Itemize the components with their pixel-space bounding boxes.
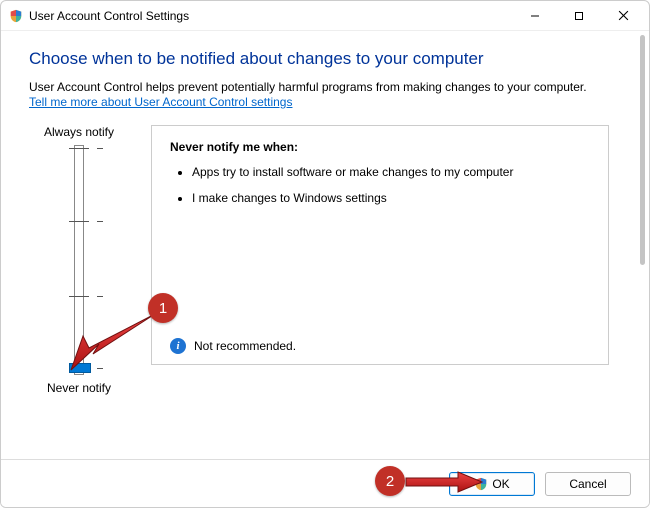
slider-bottom-label: Never notify: [29, 381, 129, 395]
window-buttons: [513, 2, 645, 30]
cancel-button[interactable]: Cancel: [545, 472, 631, 496]
slider-top-label: Always notify: [29, 125, 129, 139]
slider-thumb[interactable]: [69, 363, 91, 373]
panel-bullet: Apps try to install software or make cha…: [192, 164, 590, 180]
window-title: User Account Control Settings: [29, 9, 189, 23]
content-area: Choose when to be notified about changes…: [1, 31, 649, 459]
scrollbar-thumb[interactable]: [640, 35, 645, 265]
panel-title: Never notify me when:: [170, 140, 590, 154]
ok-button-label: OK: [492, 477, 509, 491]
close-button[interactable]: [601, 2, 645, 30]
minimize-button[interactable]: [513, 2, 557, 30]
notification-slider[interactable]: [59, 145, 99, 375]
panel-footer-text: Not recommended.: [194, 339, 296, 353]
annotation-badge-1: 1: [148, 293, 178, 323]
panel-bullet: I make changes to Windows settings: [192, 190, 590, 206]
ok-button[interactable]: OK: [449, 472, 535, 496]
cancel-button-label: Cancel: [569, 477, 606, 491]
scrollbar[interactable]: [639, 35, 647, 455]
page-heading: Choose when to be notified about changes…: [29, 49, 609, 69]
info-icon: i: [170, 338, 186, 354]
maximize-button[interactable]: [557, 2, 601, 30]
learn-more-link[interactable]: Tell me more about User Account Control …: [29, 95, 292, 109]
titlebar: User Account Control Settings: [1, 1, 649, 31]
description-text: User Account Control helps prevent poten…: [29, 79, 609, 95]
uac-shield-icon: [474, 477, 488, 491]
footer: OK Cancel: [1, 459, 649, 507]
uac-shield-icon: [9, 9, 23, 23]
uac-window: User Account Control Settings Choose whe…: [0, 0, 650, 508]
info-panel: Never notify me when: Apps try to instal…: [151, 125, 609, 365]
annotation-badge-2: 2: [375, 466, 405, 496]
